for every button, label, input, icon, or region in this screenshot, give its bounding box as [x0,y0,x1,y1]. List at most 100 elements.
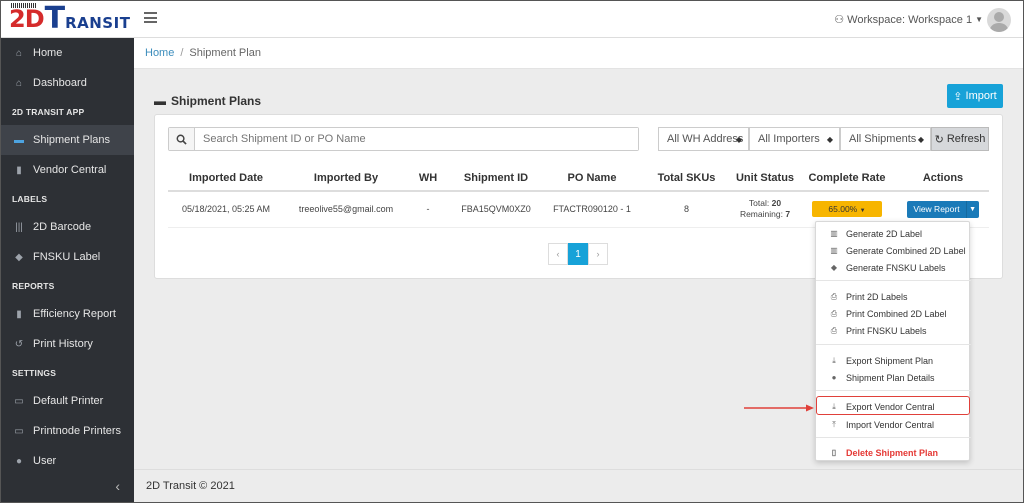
workspace-label: Workspace: Workspace 1 [847,13,973,26]
menu-item-shipment-plan-details[interactable]: ● Shipment Plan Details [816,369,971,386]
col-wh[interactable]: WH [408,165,448,192]
menu-divider [816,390,971,391]
menu-item-export-shipment-plan[interactable]: ⤓ Export Shipment Plan [816,352,971,369]
sidebar-collapse-button[interactable]: ‹ [1,470,134,502]
sidebar-item-default-printer[interactable]: ▭ Default Printer [1,386,134,416]
cell-wh: - [408,191,448,228]
menu-item-print-fnsku-labels[interactable]: ⎙ Print FNSKU Labels [816,322,971,339]
menu-item-print-combined-2d-label[interactable]: ⎙ Print Combined 2D Label [816,305,971,322]
menu-divider [816,437,971,438]
sidebar-section-settings: SETTINGS [12,367,57,378]
importers-select[interactable]: All Importers ◆ [749,127,840,151]
menu-item-label: Export Shipment Plan [846,355,934,366]
col-po-name[interactable]: PO Name [544,165,640,192]
menu-item-label: Delete Shipment Plan [846,447,939,458]
complete-rate-button[interactable]: 65.00% ▼ [812,201,882,218]
col-complete-rate[interactable]: Complete Rate [797,165,897,192]
pagination-page[interactable]: 1 [568,243,588,265]
menu-item-print-2d-labels[interactable]: ⎙ Print 2D Labels [816,288,971,305]
view-report-button[interactable]: View Report [907,200,966,218]
sidebar-item-vendor-central[interactable]: ▮ Vendor Central [1,155,134,185]
cell-total-skus: 8 [640,191,733,228]
menu-item-import-vendor-central[interactable]: ⤒ Import Vendor Central [816,416,971,433]
sidebar-item-2d-barcode[interactable]: ||| 2D Barcode [1,212,134,242]
menu-item-label: Print Combined 2D Label [846,308,947,319]
brand-logo[interactable]: 2D T RANSIT [1,1,134,38]
remaining-label: Remaining: [739,209,783,220]
shipments-select[interactable]: All Shipments ◆ [840,127,931,151]
sidebar-item-label: Print History [33,338,93,350]
printer-icon: ▭ [14,395,24,407]
col-imported-by[interactable]: Imported By [284,165,408,192]
sort-caret-icon: ◆ [917,134,924,144]
sidebar-item-label: Printnode Printers [33,425,122,437]
sidebar-item-home[interactable]: ⌂ Home [1,38,134,68]
col-shipment-id[interactable]: Shipment ID [448,165,544,192]
menu-divider [816,280,971,281]
annotation-arrow-icon [744,404,814,412]
page-title-text: Shipment Plans [171,94,262,108]
barcode-icon: ▥ [830,246,838,255]
menu-item-generate-2d-label[interactable]: ▥ Generate 2D Label [816,225,971,242]
info-icon: ● [831,373,837,382]
menu-toggle-icon[interactable] [144,12,157,23]
remaining-value: 7 [785,209,791,220]
pagination: ‹ 1 › [548,243,608,265]
workspace-selector[interactable]: ⚇ Workspace: Workspace 1 ▼ [834,13,983,27]
pagination-next[interactable]: › [588,243,608,265]
sidebar-item-label: Efficiency Report [33,308,116,320]
pagination-prev[interactable]: ‹ [548,243,568,265]
sidebar-item-dashboard[interactable]: ⌂ Dashboard [1,68,134,98]
col-imported-date[interactable]: Imported Date [168,165,284,192]
search-group [168,127,639,151]
cell-shipment-id: FBA15QVM0XZ0 [448,191,544,228]
refresh-button[interactable]: ↻ Refresh [931,127,989,151]
breadcrumb-separator: / [180,47,184,59]
menu-item-label: Generate Combined 2D Label [846,245,966,256]
avatar[interactable] [987,8,1011,32]
sidebar-section-reports: REPORTS [12,280,55,291]
cell-po-name: FTACTR090120 - 1 [544,191,640,228]
caret-down-icon: ▼ [969,205,977,213]
sidebar-item-label: Home [33,47,63,59]
menu-item-generate-combined-2d-label[interactable]: ▥ Generate Combined 2D Label [816,242,971,259]
caret-down-icon: ▼ [975,15,983,24]
sidebar-item-shipment-plans[interactable]: ▬ Shipment Plans [1,125,134,155]
barcode-icon: ▥ [830,229,838,238]
actions-dropdown-toggle[interactable]: ▼ [965,200,979,218]
menu-item-label: Import Vendor Central [846,419,935,430]
breadcrumb-home-link[interactable]: Home [145,47,174,59]
topbar: ⚇ Workspace: Workspace 1 ▼ [134,1,1023,38]
download-icon: ⤓ [832,355,836,365]
truck-icon: ▬ [14,134,24,146]
import-button-label: Import [965,90,997,102]
actions-split-button: View Report ▼ [907,200,979,218]
import-button[interactable]: ⇪ Import [947,84,1003,108]
complete-rate-value: 65.00% [828,204,858,215]
col-total-skus[interactable]: Total SKUs [640,165,733,192]
menu-item-delete-shipment-plan[interactable]: ▯ Delete Shipment Plan [816,444,971,461]
col-unit-status[interactable]: Unit Status [733,165,797,192]
menu-item-generate-fnsku-labels[interactable]: ◆ Generate FNSKU Labels [816,259,971,276]
logo-t-text: T [44,1,66,36]
breadcrumb: Home / Shipment Plan [134,38,1023,69]
wh-address-select[interactable]: All WH Address ◆ [658,127,749,151]
sidebar-item-label: Default Printer [33,395,104,407]
sidebar-item-print-history[interactable]: ↺ Print History [1,329,134,359]
wh-address-value: All WH Address [667,133,744,145]
truck-icon: ▬ [154,94,166,108]
highlight-box [816,396,970,415]
caret-down-icon: ▼ [859,208,866,215]
sidebar-item-fnsku-label[interactable]: ◆ FNSKU Label [1,242,134,272]
menu-item-label: Generate FNSKU Labels [846,262,946,273]
search-input[interactable] [195,128,638,150]
chevron-left-icon: ‹ [115,478,120,494]
sidebar-item-efficiency-report[interactable]: ▮ Efficiency Report [1,299,134,329]
printer-icon: ⎙ [830,308,838,318]
user-icon: ● [15,455,23,467]
trash-icon: ▯ [831,448,837,457]
search-icon [169,128,195,150]
bar-chart-icon: ▮ [16,164,22,176]
menu-item-label: Generate 2D Label [846,228,923,239]
sidebar-item-printnode-printers[interactable]: ▭ Printnode Printers [1,416,134,446]
